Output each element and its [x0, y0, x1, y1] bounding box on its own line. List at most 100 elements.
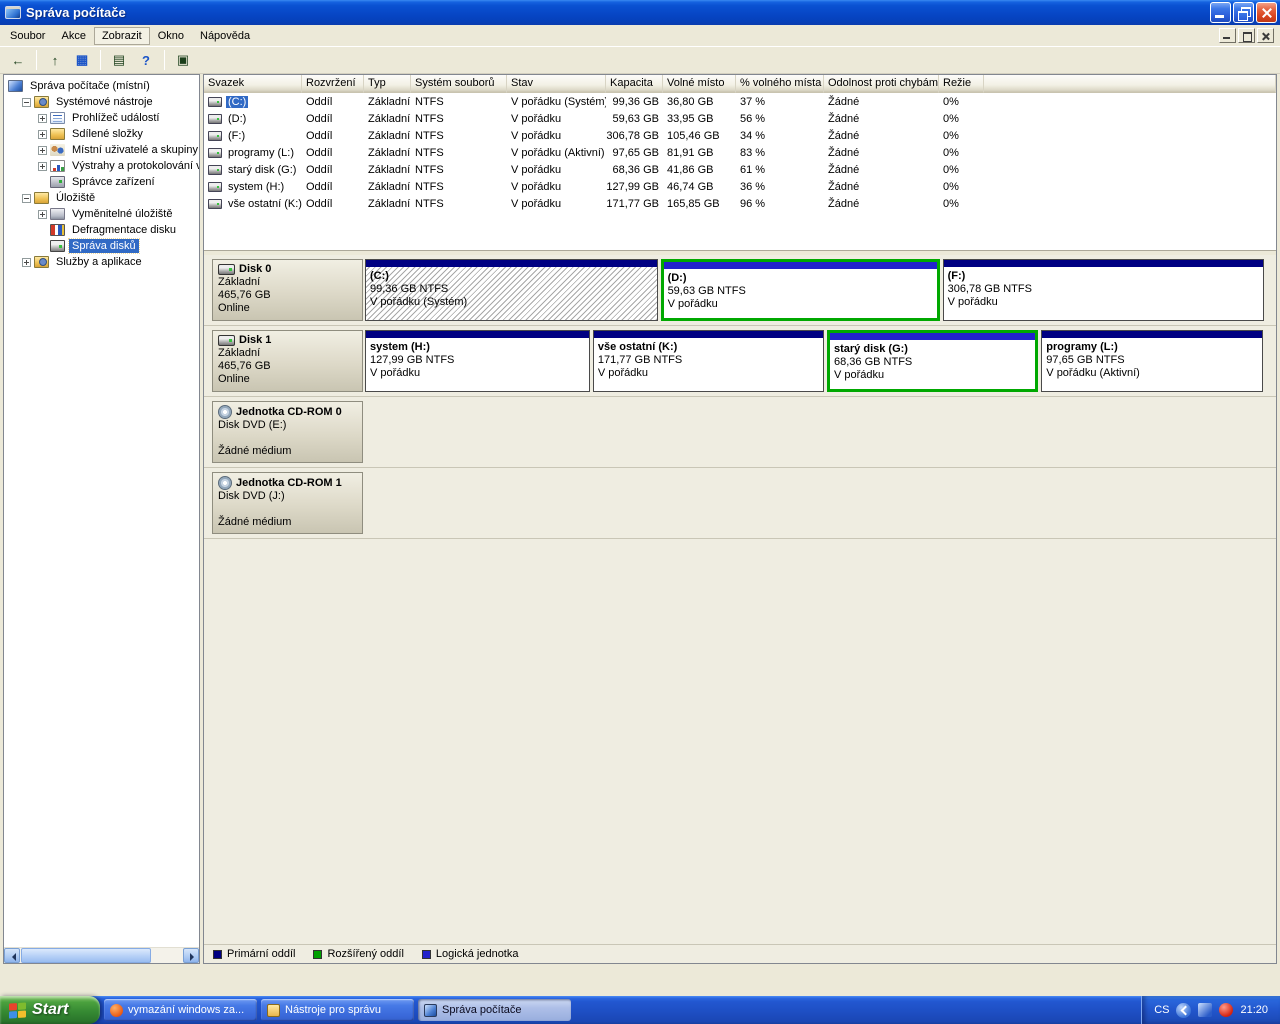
- volume-row-system[interactable]: system (H:) Oddíl Základní NTFS V pořádk…: [204, 178, 1276, 195]
- scroll-right-button[interactable]: [183, 948, 199, 963]
- tree-item-defragmentace[interactable]: Defragmentace disku: [4, 222, 199, 238]
- partition-g[interactable]: starý disk (G:) 68,36 GB NTFS V pořádku: [827, 330, 1038, 392]
- partition-l[interactable]: programy (L:) 97,65 GB NTFS V pořádku (A…: [1041, 330, 1262, 392]
- tray-app-icon-blue[interactable]: [1198, 1003, 1212, 1017]
- volume-row-stary-disk[interactable]: starý disk (G:) Oddíl Základní NTFS V po…: [204, 161, 1276, 178]
- volume-row-f[interactable]: (F:) Oddíl Základní NTFS V pořádku 306,7…: [204, 127, 1276, 144]
- legend-extended: Rozšířený oddíl: [313, 948, 403, 960]
- start-button[interactable]: Start: [0, 996, 100, 1024]
- disk-actions-button[interactable]: ▣: [171, 49, 195, 71]
- expand-icon[interactable]: [38, 162, 47, 171]
- tree-item-vystrahy[interactable]: Výstrahy a protokolování vý: [4, 158, 199, 174]
- users-icon: [50, 144, 65, 156]
- volume-list: Svazek Rozvržení Typ Systém souborů Stav…: [204, 75, 1276, 250]
- back-button[interactable]: ←: [6, 49, 30, 71]
- volume-row-c[interactable]: (C:) Oddíl Základní NTFS V pořádku (Syst…: [204, 93, 1276, 110]
- disk-1-label[interactable]: Disk 1 Základní 465,76 GB Online: [212, 330, 363, 392]
- mdi-restore-button[interactable]: [1238, 28, 1255, 43]
- task-button-vymazani-windows[interactable]: vymazání windows za...: [104, 999, 257, 1021]
- column-header-svazek[interactable]: Svazek: [204, 75, 302, 93]
- tree-item-sdilene-slozky[interactable]: Sdílené složky: [4, 126, 199, 142]
- window-title: Správa počítače: [26, 5, 1208, 20]
- column-header-odolnost[interactable]: Odolnost proti chybám: [824, 75, 939, 93]
- partition-c[interactable]: (C:) 99,36 GB NTFS V pořádku (Systém): [365, 259, 658, 321]
- volume-icon: [208, 182, 222, 192]
- hide-icons-button[interactable]: [1176, 1003, 1191, 1018]
- folder-icon: [267, 1004, 280, 1017]
- hard-disk-icon: [218, 335, 235, 346]
- column-header-rozvrzeni[interactable]: Rozvržení: [302, 75, 364, 93]
- properties-button[interactable]: ▤: [107, 49, 131, 71]
- minimize-button[interactable]: [1210, 2, 1231, 23]
- cdrom-0-band: Jednotka CD-ROM 0 Disk DVD (E:) Žádné mé…: [204, 397, 1276, 468]
- partition-h[interactable]: system (H:) 127,99 GB NTFS V pořádku: [365, 330, 590, 392]
- tree-item-spravce-zarizeni[interactable]: Správce zařízení: [4, 174, 199, 190]
- partition-d[interactable]: (D:) 59,63 GB NTFS V pořádku: [661, 259, 940, 321]
- tree-item-mistni-uzivatele[interactable]: Místní uživatelé a skupiny: [4, 142, 199, 158]
- graphical-view: Disk 0 Základní 465,76 GB Online (C:): [204, 255, 1276, 963]
- menu-item-okno[interactable]: Okno: [150, 27, 192, 45]
- menu-item-napoveda[interactable]: Nápověda: [192, 27, 258, 45]
- volume-row-d[interactable]: (D:) Oddíl Základní NTFS V pořádku 59,63…: [204, 110, 1276, 127]
- task-button-sprava-pocitace[interactable]: Správa počítače: [418, 999, 571, 1021]
- expand-icon[interactable]: [38, 114, 47, 123]
- column-header-procento[interactable]: % volného místa: [736, 75, 824, 93]
- column-header-stav[interactable]: Stav: [507, 75, 606, 93]
- volume-table-header: Svazek Rozvržení Typ Systém souborů Stav…: [204, 75, 1276, 93]
- column-header-kapacita[interactable]: Kapacita: [606, 75, 663, 93]
- device-manager-icon: [50, 176, 65, 188]
- collapse-icon[interactable]: [22, 194, 31, 203]
- logical-drive-stripe: [664, 262, 937, 269]
- column-header-rezie[interactable]: Režie: [939, 75, 984, 93]
- partition-f[interactable]: (F:) 306,78 GB NTFS V pořádku: [943, 259, 1264, 321]
- cdrom-0-label[interactable]: Jednotka CD-ROM 0 Disk DVD (E:) Žádné mé…: [212, 401, 363, 463]
- up-level-button[interactable]: ↑: [43, 49, 67, 71]
- window-titlebar[interactable]: Správa počítače: [0, 0, 1280, 25]
- column-header-system-souboru[interactable]: Systém souborů: [411, 75, 507, 93]
- volume-row-programy[interactable]: programy (L:) Oddíl Základní NTFS V pořá…: [204, 144, 1276, 161]
- tree-horizontal-scrollbar[interactable]: [4, 947, 199, 963]
- mdi-close-button[interactable]: [1257, 28, 1274, 43]
- disk-0-label[interactable]: Disk 0 Základní 465,76 GB Online: [212, 259, 363, 321]
- expand-icon[interactable]: [38, 210, 47, 219]
- logical-drive-stripe: [830, 333, 1035, 340]
- tray-antivirus-icon[interactable]: [1219, 1003, 1233, 1017]
- language-indicator[interactable]: CS: [1154, 1004, 1169, 1016]
- computer-management-window: Správa počítače Soubor Akce Zobrazit Okn…: [0, 0, 1280, 996]
- primary-partition-stripe: [1042, 331, 1261, 338]
- tree-item-sluzby-aplikace[interactable]: Služby a aplikace: [4, 254, 199, 270]
- expand-icon[interactable]: [38, 146, 47, 155]
- tree-item-vymenitelne-uloziste[interactable]: Vyměnitelné úložiště: [4, 206, 199, 222]
- tree-item-sprava-disku[interactable]: Správa disků: [4, 238, 199, 254]
- show-hide-tree-button[interactable]: ▦: [70, 49, 94, 71]
- shared-folders-icon: [50, 128, 65, 140]
- close-button[interactable]: [1256, 2, 1277, 23]
- collapse-icon[interactable]: [22, 98, 31, 107]
- disk-0-band: Disk 0 Základní 465,76 GB Online (C:): [204, 255, 1276, 326]
- clock: 21:20: [1240, 1004, 1268, 1016]
- volume-row-vse-ostatni[interactable]: vše ostatní (K:) Oddíl Základní NTFS V p…: [204, 195, 1276, 212]
- scroll-left-button[interactable]: [4, 948, 20, 963]
- tree-item-prohlizec-udalosti[interactable]: Prohlížeč událostí: [4, 110, 199, 126]
- task-button-nastroje-pro-spravu[interactable]: Nástroje pro správu: [261, 999, 414, 1021]
- restore-button[interactable]: [1233, 2, 1254, 23]
- cdrom-1-label[interactable]: Jednotka CD-ROM 1 Disk DVD (J:) Žádné mé…: [212, 472, 363, 534]
- primary-partition-stripe: [944, 260, 1263, 267]
- scroll-thumb[interactable]: [21, 948, 151, 963]
- mdi-minimize-button[interactable]: [1219, 28, 1236, 43]
- help-button[interactable]: ?: [134, 49, 158, 71]
- toolbar-separator: [164, 50, 165, 70]
- column-header-typ[interactable]: Typ: [364, 75, 411, 93]
- expand-icon[interactable]: [22, 258, 31, 267]
- column-header-volne-misto[interactable]: Volné místo: [663, 75, 736, 93]
- cd-rom-icon: [218, 476, 232, 490]
- tree-item-systemove-nastroje[interactable]: Systémové nástroje: [4, 94, 199, 110]
- menu-item-zobrazit[interactable]: Zobrazit: [94, 27, 150, 45]
- partition-k[interactable]: vše ostatní (K:) 171,77 GB NTFS V pořádk…: [593, 330, 824, 392]
- menu-item-soubor[interactable]: Soubor: [2, 27, 53, 45]
- expand-icon[interactable]: [38, 130, 47, 139]
- tree-item-uloziste[interactable]: Úložiště: [4, 190, 199, 206]
- menu-item-akce[interactable]: Akce: [53, 27, 93, 45]
- tree-item-sprava-pocitace[interactable]: Správa počítače (místní): [4, 78, 199, 94]
- hard-disk-icon: [218, 264, 235, 275]
